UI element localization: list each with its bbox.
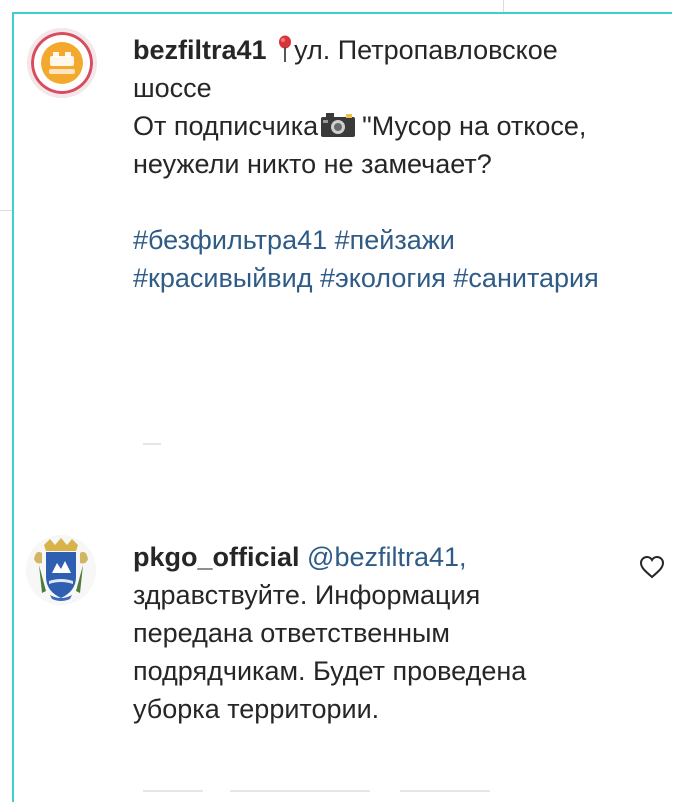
comment-username[interactable]: bezfiltra41 xyxy=(133,35,267,65)
faded-text xyxy=(143,790,203,792)
faded-text xyxy=(400,790,490,792)
guide-line xyxy=(0,210,12,211)
city-coat-of-arms-icon xyxy=(34,538,88,601)
faded-text xyxy=(230,790,370,792)
bezfiltra-logo-icon xyxy=(41,42,83,84)
comment-username[interactable]: pkgo_official xyxy=(133,542,300,572)
guide-line xyxy=(503,0,504,12)
comment-text: подрядчикам. Будет проведена xyxy=(133,656,527,686)
comment-body: bezfiltra41 ул. Петропавловское шоссе От… xyxy=(133,31,599,297)
comment-text: неужели никто не замечает? xyxy=(133,149,492,179)
avatar[interactable] xyxy=(26,535,96,605)
comment-text: передана ответственным xyxy=(133,618,450,648)
heart-outline-icon[interactable] xyxy=(639,555,665,579)
comment-body: pkgo_official @bezfiltra41, здравствуйте… xyxy=(133,538,526,728)
location-text: шоссе xyxy=(133,73,212,103)
hashtag-line[interactable]: #красивыйвид #экология #санитария xyxy=(133,259,599,297)
pin-icon xyxy=(279,35,292,62)
mention-link[interactable]: @bezfiltra41, xyxy=(307,542,466,572)
comment-text: уборка территории. xyxy=(133,694,380,724)
hashtag-line[interactable]: #безфильтра41 #пейзажи xyxy=(133,221,599,259)
faded-text xyxy=(143,443,161,445)
comment-text: От подписчика xyxy=(133,111,319,141)
location-text: ул. Петропавловское xyxy=(294,35,558,65)
camera-icon xyxy=(321,113,356,137)
comment-text: здравствуйте. Информация xyxy=(133,580,481,610)
comment-text: "Мусор на откосе, xyxy=(362,111,587,141)
avatar[interactable] xyxy=(27,28,97,98)
